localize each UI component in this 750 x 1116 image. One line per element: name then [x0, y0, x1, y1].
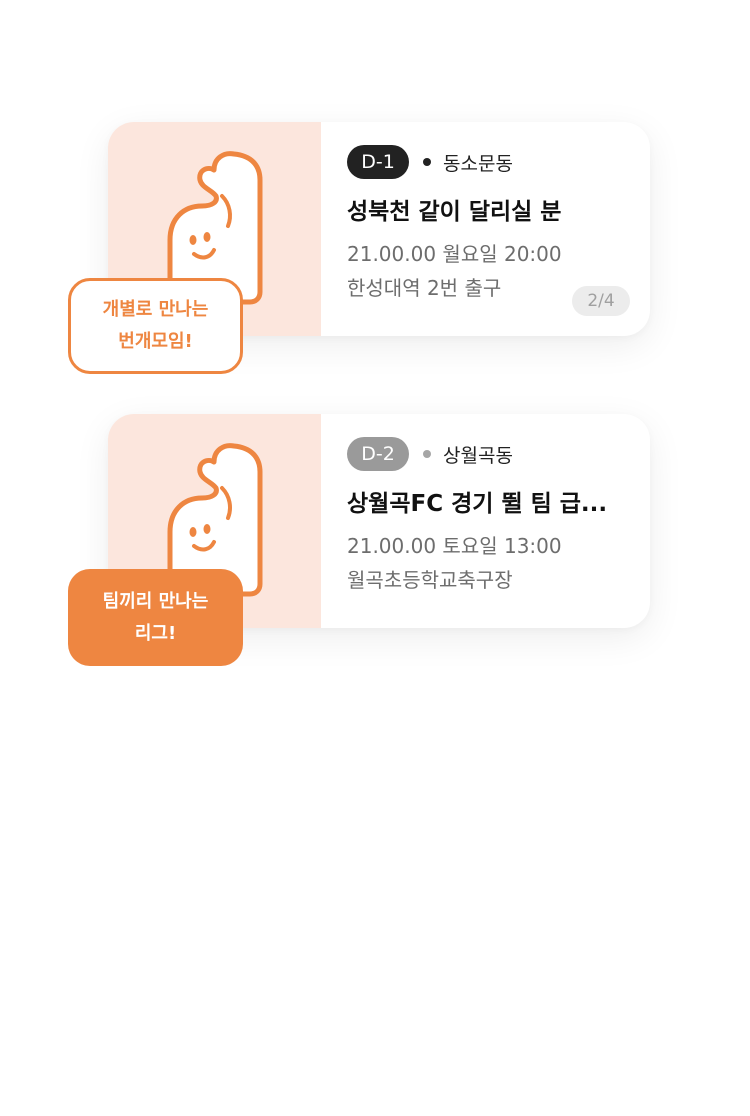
location-label: 상월곡동: [443, 444, 513, 467]
dday-badge: D-1: [347, 145, 409, 179]
location-label: 동소문동: [443, 152, 513, 175]
meetup-title: 성북천 같이 달리실 분: [347, 199, 562, 225]
card-meta: D-2 상월곡동: [347, 436, 513, 472]
separator-dot-icon: [423, 450, 431, 458]
badge-line: 팀끼리 만나는: [102, 590, 209, 612]
meetup-place: 한성대역 2번 출구: [347, 276, 502, 300]
participant-count-badge: 2/4: [572, 286, 630, 316]
meetup-title: 상월곡FC 경기 뛸 팀 급...: [347, 491, 608, 517]
badge-line: 리그!: [134, 622, 177, 644]
category-badge-league: 팀끼리 만나는 리그!: [68, 569, 243, 666]
badge-line: 번개모임!: [118, 331, 193, 352]
dday-badge: D-2: [347, 437, 409, 471]
card-info: D-2 상월곡동 상월곡FC 경기 뛸 팀 급... 21.00.00 토요일 …: [347, 414, 650, 628]
card-meta: D-1 동소문동: [347, 144, 513, 180]
category-badge-lightning-meetup: 개별로 만나는 번개모임!: [68, 278, 243, 374]
meetup-place: 월곡초등학교축구장: [347, 568, 513, 592]
meetup-datetime: 21.00.00 토요일 13:00: [347, 534, 562, 558]
card-info: D-1 동소문동 성북천 같이 달리실 분 21.00.00 월요일 20:00…: [347, 122, 650, 336]
separator-dot-icon: [423, 158, 431, 166]
meetup-datetime: 21.00.00 월요일 20:00: [347, 242, 562, 266]
badge-line: 개별로 만나는: [102, 299, 209, 320]
